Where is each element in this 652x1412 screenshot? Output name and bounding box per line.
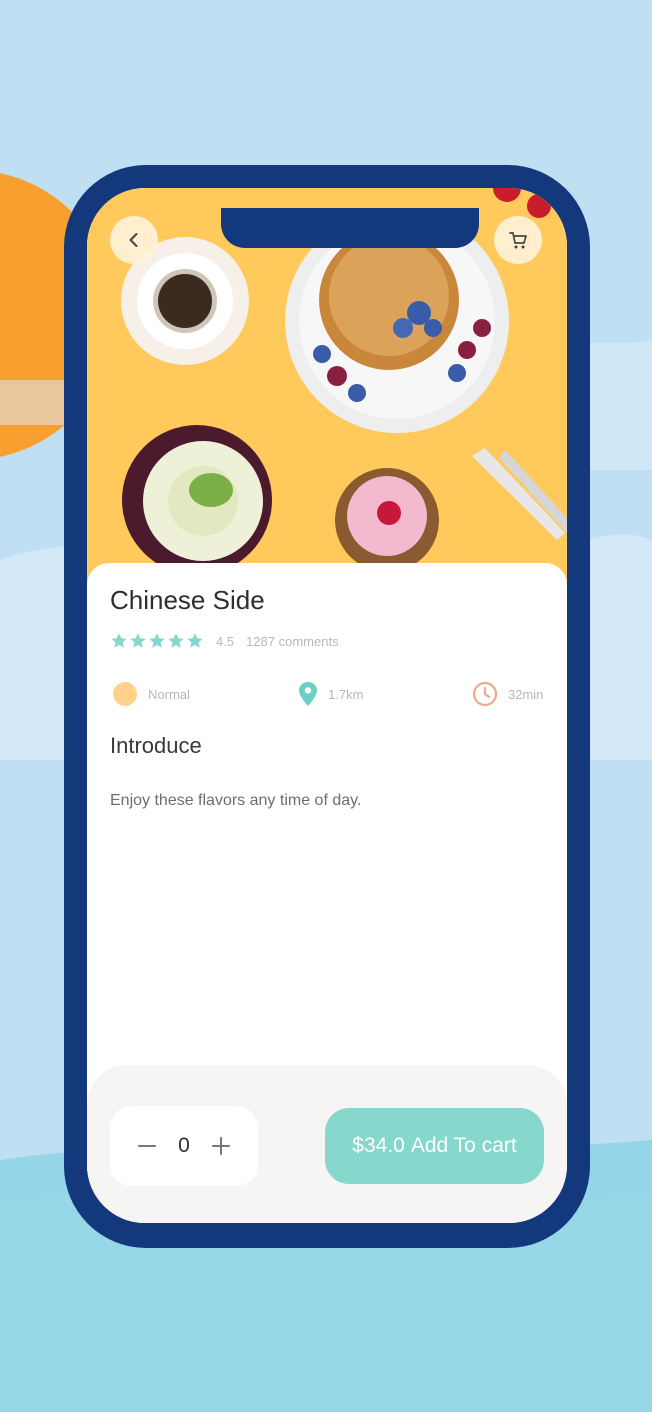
plus-icon <box>212 1137 230 1155</box>
level-label: Normal <box>148 686 190 702</box>
star-icon <box>130 633 146 648</box>
product-title: Chinese Side <box>110 585 265 615</box>
product-description: Enjoy these flavors any time of day. <box>110 792 362 809</box>
info-row: Normal 1.7km 32min <box>110 679 544 709</box>
price-label: $34.0 <box>352 1134 405 1157</box>
time-label: 32min <box>508 686 544 702</box>
star-icon <box>168 633 184 648</box>
phone-frame: Chinese Side 4.5 1287 comments Normal 1.… <box>64 165 590 1248</box>
app-screen: Chinese Side 4.5 1287 comments Normal 1.… <box>87 188 567 1223</box>
add-to-cart-label: Add To cart <box>410 1134 517 1157</box>
info-level: Normal <box>112 679 190 709</box>
star-icon <box>149 633 165 648</box>
phone-notch <box>221 208 479 248</box>
add-to-cart-button[interactable]: $34.0 Add To cart <box>325 1108 544 1184</box>
quantity-stepper: 0 <box>110 1106 258 1186</box>
decrease-button[interactable] <box>136 1135 158 1157</box>
chevron-left-icon <box>129 233 138 247</box>
distance-label: 1.7km <box>328 686 364 702</box>
quantity-value: 0 <box>178 1134 190 1157</box>
minus-icon <box>138 1145 156 1147</box>
section-title: Introduce <box>110 733 202 758</box>
rating-value: 4.5 <box>216 633 235 649</box>
bottom-action-bar: 0 $34.0 Add To cart <box>87 1065 567 1223</box>
star-icon <box>187 633 203 648</box>
cart-icon <box>509 232 527 249</box>
clock-icon <box>472 681 498 707</box>
comment-count: 1287 comments <box>246 633 339 649</box>
info-time: 32min <box>472 679 543 709</box>
circle-icon <box>113 682 137 706</box>
info-distance: 1.7km <box>298 679 363 709</box>
star-rating <box>110 632 204 650</box>
back-button[interactable] <box>110 216 158 264</box>
increase-button[interactable] <box>210 1135 232 1157</box>
rating-row: 4.5 1287 comments <box>110 632 339 650</box>
star-icon <box>111 633 127 648</box>
location-pin-icon <box>299 682 317 706</box>
cart-button[interactable] <box>494 216 542 264</box>
